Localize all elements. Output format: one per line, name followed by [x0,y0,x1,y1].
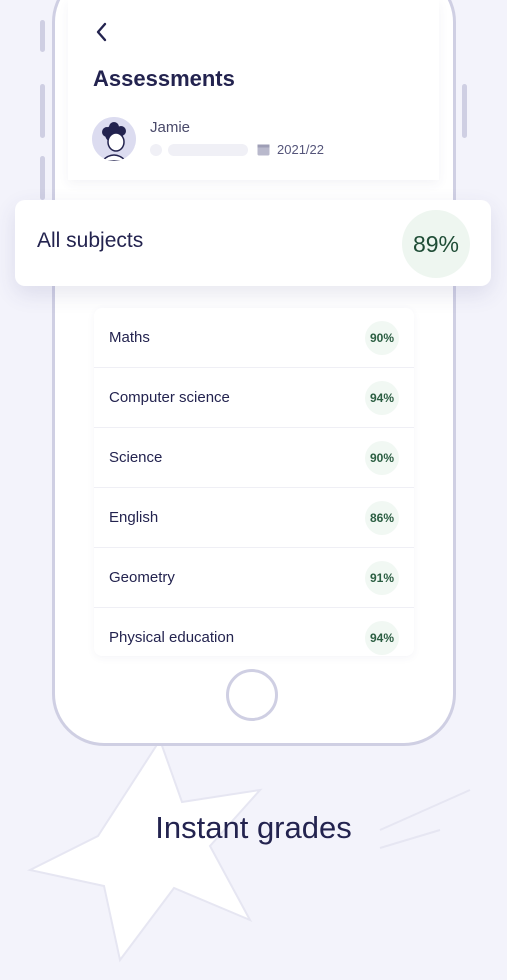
subject-name: Physical education [109,629,235,646]
home-button[interactable] [226,669,278,721]
placeholder-dot [150,144,162,156]
phone-side-button [462,84,467,138]
subject-name: Geometry [109,569,175,586]
subject-score: 90% [365,441,399,475]
list-item[interactable]: Science 90% [94,428,414,488]
all-subjects-label: All subjects [37,229,144,252]
all-subjects-score: 89% [402,210,470,278]
subject-score: 91% [365,561,399,595]
subject-name: Maths [109,329,150,346]
list-item[interactable]: English 86% [94,488,414,548]
subject-name: English [109,509,159,526]
subject-score: 86% [365,501,399,535]
subject-name: Science [109,449,163,466]
subject-score: 90% [365,321,399,355]
school-year: 2021/22 [277,142,324,157]
calendar-icon [257,144,270,156]
subjects-list: Maths 90% Computer science 94% Science 9… [94,308,414,656]
list-item[interactable]: Physical education 94% [94,608,414,656]
page-title: Assessments [93,66,235,91]
placeholder-bar [168,144,248,156]
subject-name: Computer science [109,389,230,406]
all-subjects-card[interactable]: All subjects 89% [15,200,491,286]
list-item[interactable]: Geometry 91% [94,548,414,608]
chevron-left-icon[interactable] [90,20,114,44]
phone-side-button [40,20,45,52]
list-item[interactable]: Maths 90% [94,308,414,368]
avatar[interactable] [92,117,136,161]
avatar-illustration [92,117,136,161]
phone-side-button [40,156,45,200]
user-name: Jamie [150,119,191,136]
subject-score: 94% [365,621,399,655]
tagline: Instant grades [155,810,352,845]
star-decoration [27,737,263,963]
phone-side-button [40,84,45,138]
subject-score: 94% [365,381,399,415]
list-item[interactable]: Computer science 94% [94,368,414,428]
